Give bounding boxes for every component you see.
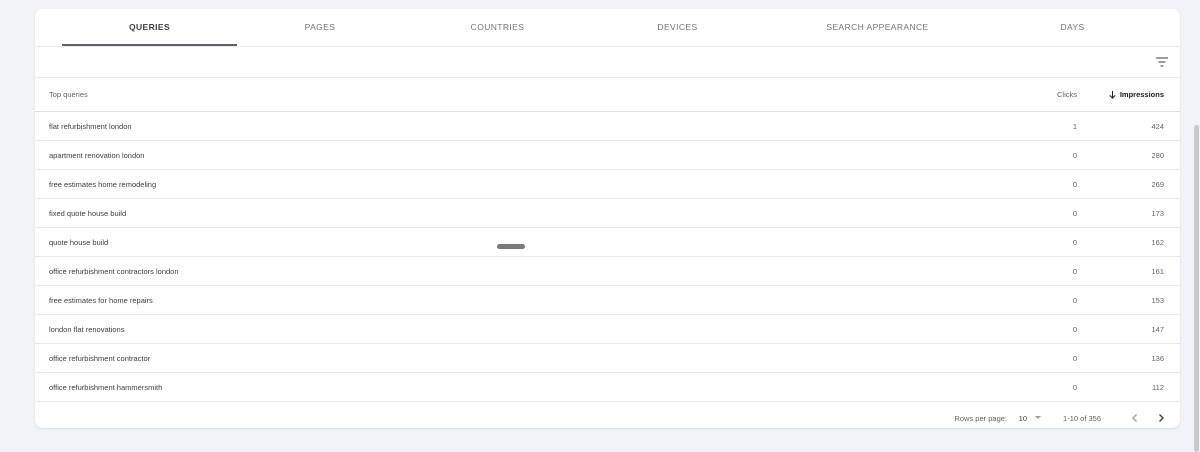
page-scrollbar[interactable] [1192, 0, 1200, 452]
pagination-bar: Rows per page: 10 1-10 of 356 [35, 402, 1180, 428]
column-header-impressions-label: Impressions [1119, 90, 1164, 99]
pagination-range: 1-10 of 356 [1063, 414, 1101, 423]
report-tabs: QUERIES PAGES COUNTRIES DEVICES SEARCH A… [35, 9, 1180, 47]
table-row[interactable]: flat refurbishment london 1 424 [35, 112, 1180, 141]
query-cell: quote house build [49, 238, 109, 247]
clicks-cell: 0 [1072, 209, 1077, 218]
scrollbar-thumb[interactable] [1194, 125, 1199, 452]
query-cell: apartment renovation london [49, 151, 145, 160]
table-row[interactable]: office refurbishment hammersmith 0 112 [35, 373, 1180, 402]
clicks-cell: 0 [1072, 238, 1077, 247]
tab-countries[interactable]: COUNTRIES [410, 9, 585, 46]
table-row[interactable]: apartment renovation london 0 280 [35, 141, 1180, 170]
impressions-cell: 136 [1151, 354, 1164, 363]
table-row[interactable]: london flat renovations 0 147 [35, 315, 1180, 344]
column-header-impressions[interactable]: Impressions [1108, 90, 1164, 99]
query-cell: fixed quote house build [49, 209, 127, 218]
impressions-cell: 153 [1151, 296, 1164, 305]
query-cell: office refurbishment hammersmith [49, 383, 163, 392]
table-row[interactable]: quote house build 0 162 [35, 228, 1180, 257]
tab-search-appearance[interactable]: SEARCH APPEARANCE [780, 9, 975, 46]
table-body: flat refurbishment london 1 424 apartmen… [35, 112, 1180, 402]
tab-devices[interactable]: DEVICES [590, 9, 765, 46]
table-toolbar [35, 47, 1180, 78]
table-header: Top queries Clicks Impressions [35, 78, 1180, 112]
query-cell: office refurbishment contractor [49, 354, 151, 363]
impressions-cell: 112 [1152, 383, 1164, 392]
tab-days[interactable]: DAYS [985, 9, 1160, 46]
table-row[interactable]: fixed quote house build 0 173 [35, 199, 1180, 228]
query-cell: flat refurbishment london [49, 122, 132, 131]
column-header-top-queries[interactable]: Top queries [49, 90, 88, 99]
rows-per-page-select[interactable]: 10 [1019, 414, 1027, 423]
clicks-cell: 1 [1072, 122, 1077, 131]
table-row[interactable]: free estimates home remodeling 0 269 [35, 170, 1180, 199]
impressions-cell: 161 [1151, 267, 1164, 276]
drag-handle[interactable] [497, 244, 525, 249]
caret-down-icon[interactable] [1033, 412, 1043, 422]
clicks-cell: 0 [1072, 180, 1077, 189]
impressions-cell: 280 [1151, 151, 1164, 160]
tab-pages[interactable]: PAGES [235, 9, 405, 46]
clicks-cell: 0 [1072, 354, 1077, 363]
table-row[interactable]: free estimates for home repairs 0 153 [35, 286, 1180, 315]
impressions-cell: 162 [1151, 238, 1164, 247]
chevron-left-icon[interactable] [1128, 411, 1142, 425]
column-header-clicks[interactable]: Clicks [1057, 90, 1077, 99]
table-row[interactable]: office refurbishment contractors london … [35, 257, 1180, 286]
table-row[interactable]: office refurbishment contractor 0 136 [35, 344, 1180, 373]
arrow-down-icon [1109, 90, 1116, 99]
tab-queries[interactable]: QUERIES [62, 9, 237, 46]
filter-icon[interactable] [1154, 54, 1170, 70]
clicks-cell: 0 [1072, 296, 1077, 305]
query-cell: free estimates for home repairs [49, 296, 153, 305]
query-cell: london flat renovations [49, 325, 125, 334]
rows-per-page-label: Rows per page: [954, 414, 1007, 423]
impressions-cell: 147 [1151, 325, 1164, 334]
query-cell: office refurbishment contractors london [49, 267, 179, 276]
clicks-cell: 0 [1072, 267, 1077, 276]
clicks-cell: 0 [1072, 325, 1077, 334]
impressions-cell: 173 [1151, 209, 1164, 218]
query-cell: free estimates home remodeling [49, 180, 157, 189]
impressions-cell: 424 [1151, 122, 1164, 131]
chevron-right-icon[interactable] [1154, 411, 1168, 425]
impressions-cell: 269 [1151, 180, 1164, 189]
performance-table-card: QUERIES PAGES COUNTRIES DEVICES SEARCH A… [35, 9, 1180, 428]
clicks-cell: 0 [1072, 383, 1077, 392]
clicks-cell: 0 [1072, 151, 1077, 160]
